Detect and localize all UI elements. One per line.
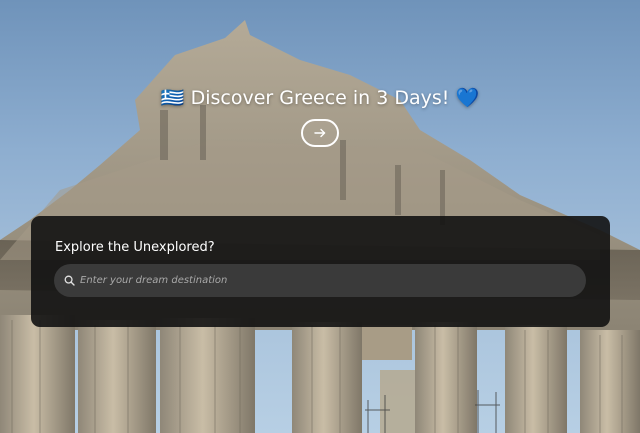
arrow-right-icon	[314, 128, 326, 138]
destination-search-bar[interactable]	[54, 264, 586, 297]
continue-arrow-button[interactable]	[301, 119, 339, 147]
search-icon	[63, 275, 75, 287]
search-panel: Explore the Unexplored?	[31, 216, 610, 327]
search-panel-heading: Explore the Unexplored?	[55, 240, 215, 255]
hero-title: 🇬🇷 Discover Greece in 3 Days! 💙	[160, 87, 480, 109]
landing-page: 🇬🇷 Discover Greece in 3 Days! 💙 Explore …	[0, 0, 640, 433]
destination-search-input[interactable]	[80, 275, 586, 286]
